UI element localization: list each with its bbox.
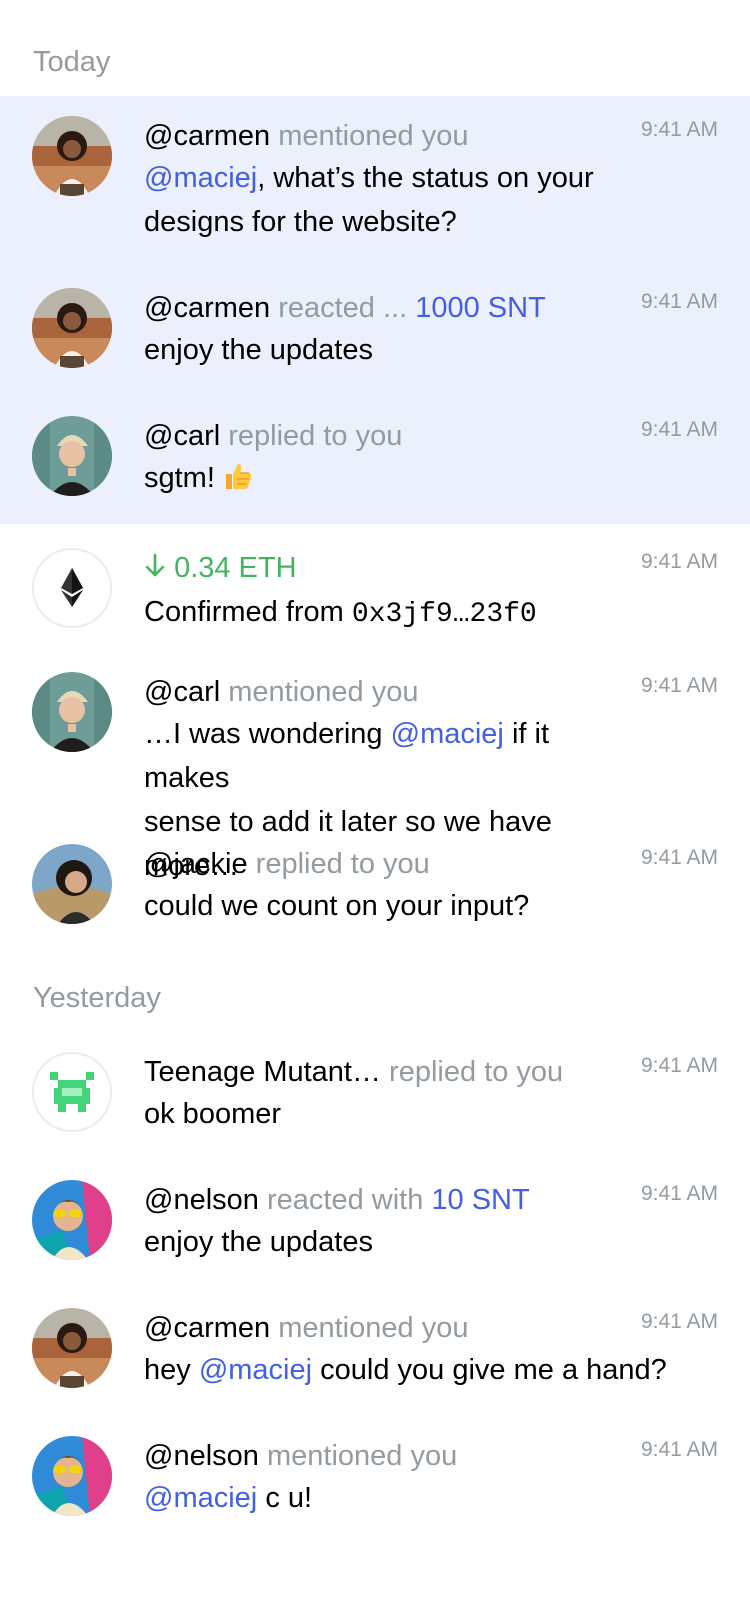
section-title-yesterday: Yesterday — [33, 982, 161, 1014]
notification-item[interactable]: @carmen mentioned you @maciej, what’s th… — [0, 96, 750, 262]
wallet-address[interactable]: 0x3jf9…23f0 — [352, 599, 537, 630]
message-text-line2: designs for the website? — [144, 206, 457, 238]
reaction-amount: 1000 SNT — [415, 292, 546, 324]
message-text: enjoy the updates — [144, 334, 373, 366]
notification-item[interactable]: @nelson reacted with 10 SNT enjoy the up… — [0, 1170, 750, 1298]
community-name[interactable]: Teenage Mutant… — [144, 1056, 381, 1088]
notification-item[interactable]: @carmen mentioned you hey @maciej could … — [0, 1298, 750, 1426]
message-text-cont: could you give me a hand? — [320, 1354, 667, 1386]
notification-item[interactable]: @carmen reacted ... 1000 SNT enjoy the u… — [0, 262, 750, 390]
sender-name[interactable]: @jackie — [144, 848, 248, 880]
section-title-today: Today — [33, 46, 111, 78]
notification-item[interactable]: @jackie replied to you could we count on… — [0, 820, 750, 950]
sender-name[interactable]: @carmen — [144, 292, 270, 324]
mention[interactable]: @maciej — [144, 1482, 257, 1514]
sender-name[interactable]: @carmen — [144, 1312, 270, 1344]
action-text: reacted ... — [278, 292, 408, 324]
timestamp: 9:41 AM — [640, 1182, 718, 1205]
carmen-avatar[interactable] — [32, 1308, 112, 1388]
mention[interactable]: @maciej — [391, 718, 504, 750]
timestamp: 9:41 AM — [640, 1438, 718, 1461]
timestamp: 9:41 AM — [640, 118, 718, 141]
sender-name[interactable]: @carl — [144, 420, 220, 452]
mention[interactable]: @maciej — [144, 162, 257, 194]
notification-item[interactable]: @carl mentioned you …I was wondering @ma… — [0, 650, 750, 882]
timestamp: 9:41 AM — [640, 550, 718, 573]
notification-item[interactable]: @nelson mentioned you @maciej c u! 9:41 … — [0, 1426, 750, 1554]
message-text: enjoy the updates — [144, 1226, 373, 1258]
action-text: mentioned you — [266, 1440, 458, 1472]
timestamp: 9:41 AM — [640, 674, 718, 697]
message-text: , what’s the status on your — [257, 162, 594, 194]
carmen-avatar[interactable] — [32, 288, 112, 368]
ethereum-icon[interactable] — [32, 548, 112, 628]
sender-name[interactable]: @nelson — [144, 1184, 259, 1216]
notification-item[interactable]: 0.34 ETH Confirmed from 0x3jf9…23f0 9:41… — [0, 524, 750, 650]
action-text: replied to you — [228, 420, 403, 452]
timestamp: 9:41 AM — [640, 290, 718, 313]
reaction-amount: 10 SNT — [431, 1184, 530, 1216]
carmen-avatar[interactable] — [32, 116, 112, 196]
message-text: …I was wondering — [144, 718, 383, 750]
sender-name[interactable]: @carmen — [144, 120, 270, 152]
nelson-avatar[interactable] — [32, 1436, 112, 1516]
message-text: could we count on your input? — [144, 890, 530, 922]
carl-avatar[interactable] — [32, 672, 112, 752]
thumbs-up-emoji — [223, 460, 253, 504]
timestamp: 9:41 AM — [640, 846, 718, 869]
carl-avatar[interactable] — [32, 416, 112, 496]
arrow-down-icon — [144, 550, 166, 590]
notification-item[interactable]: @carl replied to you sgtm! 9:41 AM — [0, 390, 750, 524]
action-text: mentioned you — [278, 120, 469, 152]
message-text: sgtm! — [144, 462, 215, 494]
message-text: c u! — [265, 1482, 313, 1514]
action-text: mentioned you — [278, 1312, 469, 1344]
community-pixel-avatar[interactable] — [32, 1052, 112, 1132]
timestamp: 9:41 AM — [640, 1054, 718, 1077]
action-text: reacted with — [266, 1184, 424, 1216]
message-text: hey — [144, 1354, 191, 1386]
timestamp: 9:41 AM — [640, 418, 718, 441]
transaction-amount: 0.34 ETH — [174, 552, 297, 584]
transaction-status: Confirmed from — [144, 596, 344, 628]
action-text: replied to you — [389, 1056, 564, 1088]
action-text: mentioned you — [228, 676, 419, 708]
mention[interactable]: @maciej — [199, 1354, 312, 1386]
nelson-avatar[interactable] — [32, 1180, 112, 1260]
jackie-avatar[interactable] — [32, 844, 112, 924]
sender-name[interactable]: @carl — [144, 676, 220, 708]
action-text: replied to you — [255, 848, 430, 880]
notification-item[interactable]: Teenage Mutant… replied to you ok boomer… — [0, 1030, 750, 1170]
sender-name[interactable]: @nelson — [144, 1440, 259, 1472]
timestamp: 9:41 AM — [640, 1310, 718, 1333]
message-text: ok boomer — [144, 1098, 282, 1130]
